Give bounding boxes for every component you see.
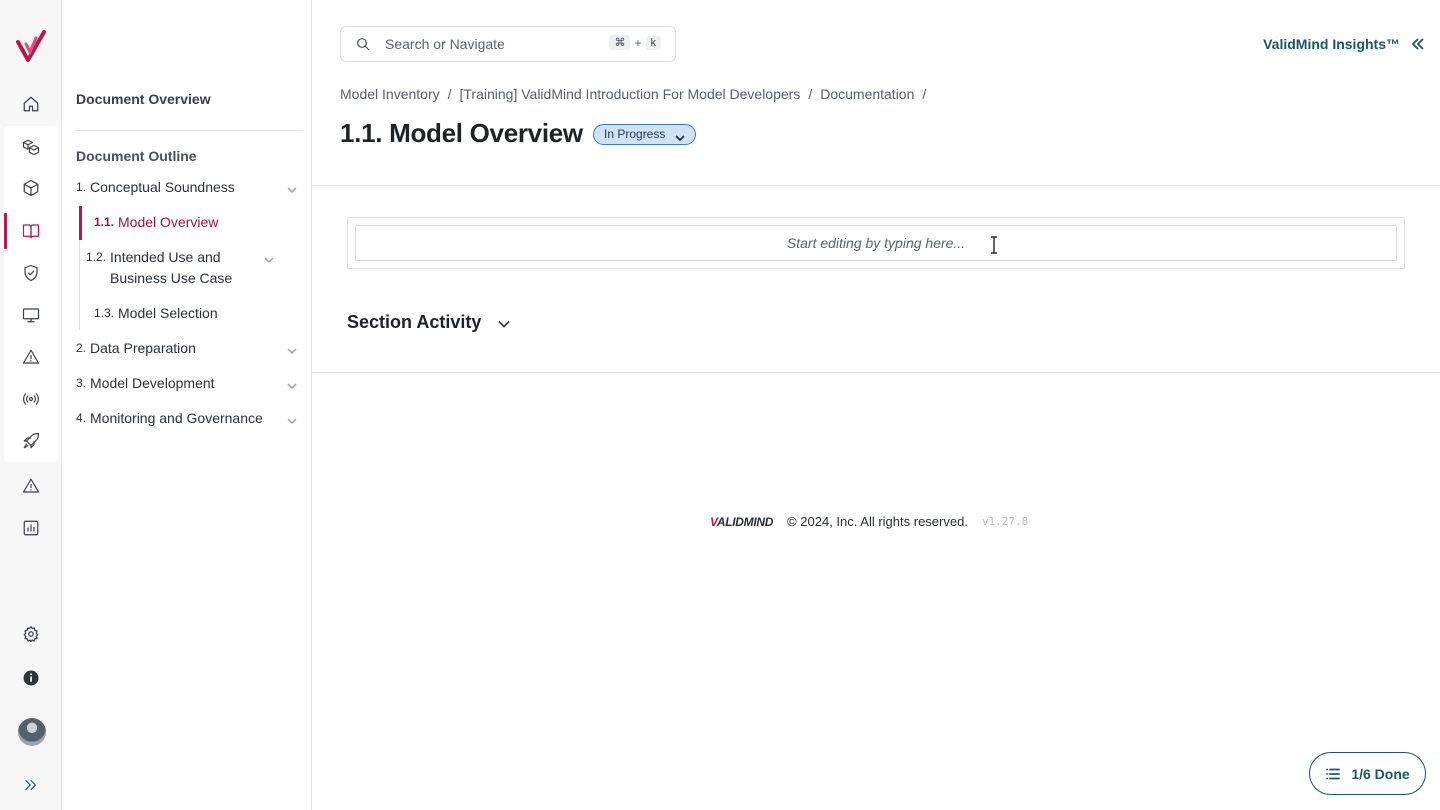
insights-link[interactable]: ValidMind Insights™ bbox=[1263, 36, 1400, 52]
divider bbox=[76, 130, 303, 131]
outline-item-label: Intended Use and Business Use Case bbox=[110, 249, 233, 286]
section-activity-heading[interactable]: Section Activity bbox=[347, 312, 481, 333]
breadcrumb-model[interactable]: [Training] ValidMind Introduction For Mo… bbox=[460, 86, 801, 102]
outline-item-model-selection[interactable]: 1.3. Model Selection bbox=[94, 303, 299, 324]
chevron-down-icon[interactable] bbox=[287, 341, 297, 355]
outline-item-label: Model Overview bbox=[118, 214, 219, 230]
monitor-icon[interactable] bbox=[0, 295, 62, 335]
collapse-panel-icon[interactable] bbox=[1410, 36, 1426, 52]
outline-item-number: 1.2. bbox=[86, 250, 107, 264]
outline-item-number: 3. bbox=[76, 376, 87, 390]
divider bbox=[312, 372, 1440, 373]
text-cursor-icon bbox=[990, 236, 998, 254]
outline-item-number: 1. bbox=[76, 180, 87, 194]
validmind-wordmark: VALIDMIND bbox=[710, 514, 774, 529]
status-label: In Progress bbox=[604, 127, 666, 141]
editor-container: Start editing by typing here... bbox=[347, 217, 1405, 269]
outline-item-number: 1.1. bbox=[94, 215, 115, 229]
search-input[interactable]: Search or Navigate ⌘ + k bbox=[340, 26, 676, 62]
outline-item-label: Model Selection bbox=[118, 305, 218, 321]
shortcut-plus: + bbox=[634, 35, 642, 50]
breadcrumb-separator: / bbox=[447, 86, 452, 102]
search-icon bbox=[357, 38, 370, 51]
breadcrumb-separator: / bbox=[808, 86, 813, 102]
search-placeholder: Search or Navigate bbox=[385, 36, 505, 52]
content-editor[interactable]: Start editing by typing here... bbox=[355, 225, 1397, 261]
gear-icon[interactable] bbox=[0, 614, 62, 654]
models-icon[interactable] bbox=[0, 127, 62, 167]
outline-item-label: Model Development bbox=[90, 375, 215, 391]
outline-item-conceptual-soundness[interactable]: 1. Conceptual Soundness bbox=[76, 177, 299, 198]
warning-icon[interactable] bbox=[0, 337, 62, 377]
breadcrumb-separator: / bbox=[922, 86, 927, 102]
command-key: ⌘ bbox=[609, 35, 631, 50]
active-indicator bbox=[79, 206, 82, 240]
chevron-down-icon[interactable] bbox=[287, 376, 297, 390]
k-key: k bbox=[645, 35, 661, 50]
breadcrumb-model-inventory[interactable]: Model Inventory bbox=[340, 86, 440, 102]
outline-item-monitoring-governance[interactable]: 4. Monitoring and Governance bbox=[76, 408, 299, 429]
broadcast-icon[interactable] bbox=[0, 379, 62, 419]
page-title: 1.1. Model Overview bbox=[340, 118, 583, 148]
breadcrumb: Model Inventory / [Training] ValidMind I… bbox=[340, 86, 926, 102]
outline-item-label: Data Preparation bbox=[90, 340, 196, 356]
expand-sidebar-icon[interactable] bbox=[0, 765, 62, 805]
outline-item-data-preparation[interactable]: 2. Data Preparation bbox=[76, 338, 299, 359]
chevron-down-icon bbox=[675, 130, 685, 142]
keyboard-shortcut: ⌘ + k bbox=[609, 35, 661, 50]
book-icon[interactable] bbox=[0, 211, 62, 251]
chevron-down-icon[interactable] bbox=[497, 317, 511, 331]
chevron-down-icon[interactable] bbox=[264, 250, 274, 264]
progress-label: 1/6 Done bbox=[1351, 765, 1410, 782]
document-overview-link[interactable]: Document Overview bbox=[76, 91, 211, 107]
outline-item-intended-use[interactable]: 1.2. Intended Use and Business Use Case bbox=[86, 247, 276, 289]
outline-item-model-development[interactable]: 3. Model Development bbox=[76, 373, 299, 394]
list-icon bbox=[1326, 768, 1341, 779]
outline-item-number: 1.3. bbox=[94, 306, 115, 320]
progress-done-button[interactable]: 1/6 Done bbox=[1309, 752, 1426, 795]
divider bbox=[312, 185, 1440, 186]
info-icon[interactable] bbox=[0, 658, 62, 698]
outline-item-number: 4. bbox=[76, 411, 87, 425]
status-dropdown[interactable]: In Progress bbox=[593, 124, 697, 145]
chevron-down-icon[interactable] bbox=[287, 180, 297, 194]
outline-item-label: Conceptual Soundness bbox=[90, 179, 235, 195]
outline-item-label: Monitoring and Governance bbox=[90, 410, 263, 426]
avatar[interactable] bbox=[18, 718, 46, 746]
copyright-text: © 2024, Inc. All rights reserved. bbox=[787, 514, 968, 529]
outline-item-number: 2. bbox=[76, 341, 87, 355]
alert-icon[interactable] bbox=[0, 466, 62, 506]
chart-icon[interactable] bbox=[0, 508, 62, 548]
icon-rail bbox=[0, 0, 62, 810]
rocket-icon[interactable] bbox=[0, 421, 62, 461]
version-text: v1.27.8 bbox=[981, 515, 1029, 528]
validmind-logo[interactable] bbox=[16, 30, 46, 62]
document-outline-panel: Document Overview Document Outline 1. Co… bbox=[62, 0, 312, 810]
main-content: Search or Navigate ⌘ + k ValidMind Insig… bbox=[312, 0, 1440, 810]
footer: VALIDMIND © 2024, Inc. All rights reserv… bbox=[710, 514, 1028, 529]
outline-heading: Document Outline bbox=[76, 148, 197, 164]
outline-item-model-overview[interactable]: 1.1. Model Overview bbox=[94, 212, 299, 233]
chevron-down-icon[interactable] bbox=[287, 411, 297, 425]
cube-icon[interactable] bbox=[0, 168, 62, 208]
home-icon[interactable] bbox=[0, 84, 62, 124]
shield-check-icon[interactable] bbox=[0, 253, 62, 293]
breadcrumb-documentation[interactable]: Documentation bbox=[820, 86, 914, 102]
